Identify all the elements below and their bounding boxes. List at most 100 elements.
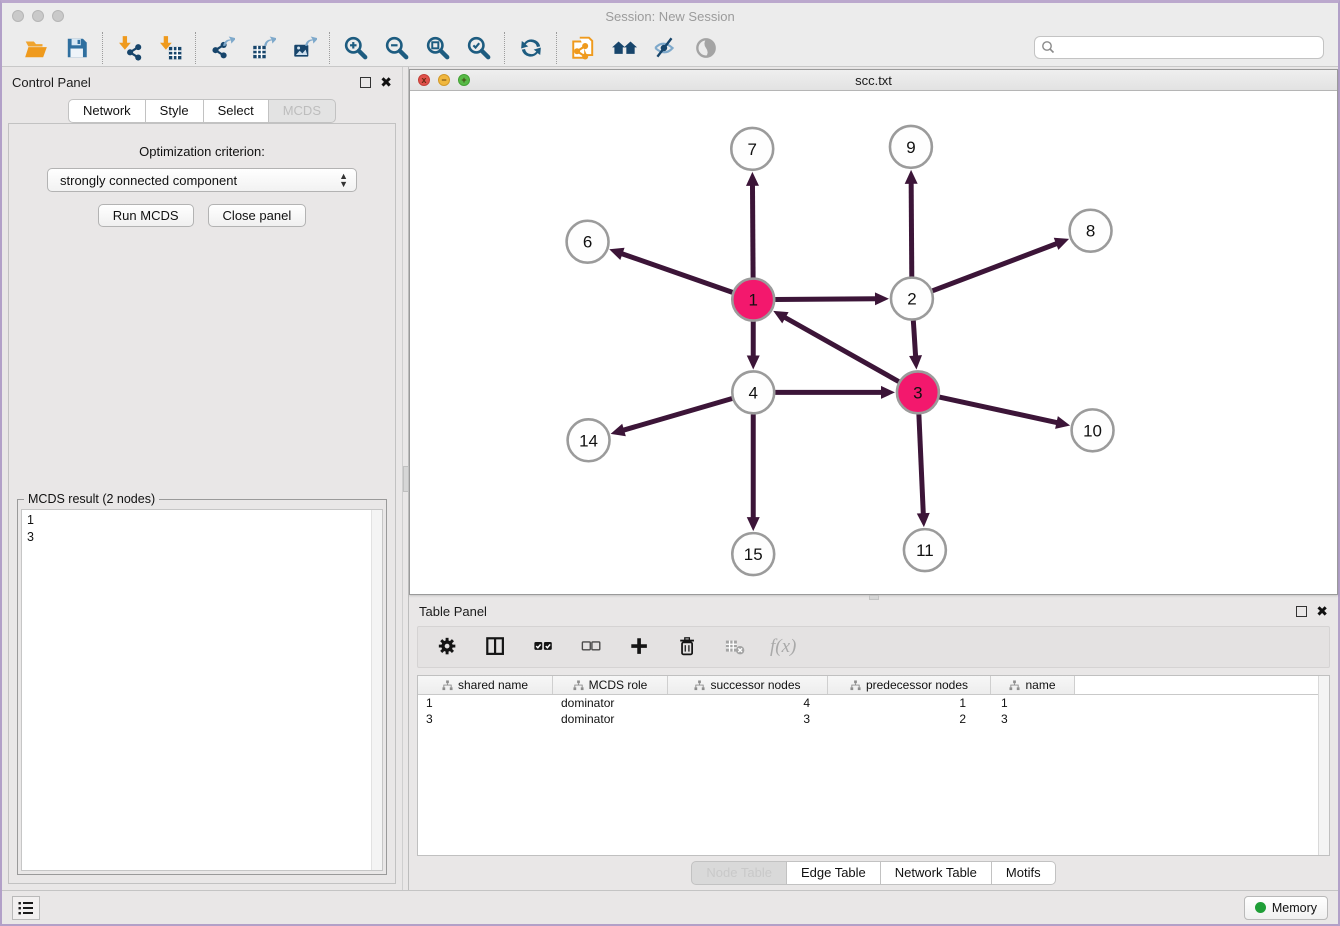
edge-2-9[interactable] bbox=[911, 182, 912, 277]
table-cell[interactable]: 4 bbox=[668, 695, 828, 711]
settings-gear-button[interactable] bbox=[434, 634, 461, 661]
edge-1-6[interactable] bbox=[621, 253, 733, 292]
edge-2-8[interactable] bbox=[932, 243, 1057, 291]
tab-select[interactable]: Select bbox=[204, 99, 269, 123]
criterion-dropdown[interactable]: strongly connected component ▲▼ bbox=[47, 168, 357, 192]
table-panel-header: Table Panel ✖ bbox=[409, 600, 1338, 622]
table-cell[interactable]: 3 bbox=[668, 711, 828, 727]
table-tabs: Node TableEdge TableNetwork TableMotifs bbox=[409, 856, 1338, 890]
mcds-result-item[interactable]: 3 bbox=[27, 529, 368, 546]
table-cell[interactable]: 1 bbox=[991, 695, 1075, 711]
splitter-handle[interactable] bbox=[403, 466, 409, 492]
float-panel-icon[interactable] bbox=[1296, 606, 1307, 617]
table-cell[interactable]: 3 bbox=[991, 711, 1075, 727]
node-label-1: 1 bbox=[749, 291, 758, 310]
column-header-MCDS-role[interactable]: MCDS role bbox=[553, 676, 668, 694]
table-cell[interactable]: dominator bbox=[553, 695, 668, 711]
deselect-all-button[interactable] bbox=[578, 634, 605, 661]
tab-network[interactable]: Network bbox=[68, 99, 146, 123]
table-cell[interactable]: 2 bbox=[828, 711, 991, 727]
network-maximize-icon[interactable]: + bbox=[458, 74, 470, 86]
mcds-result-item[interactable]: 1 bbox=[27, 512, 368, 529]
show-all-networks-button[interactable] bbox=[610, 34, 637, 61]
close-panel-button[interactable]: Close panel bbox=[208, 204, 307, 227]
edge-2-3[interactable] bbox=[913, 320, 915, 357]
export-network-button[interactable] bbox=[208, 34, 235, 61]
export-table-icon bbox=[250, 35, 276, 61]
table-cell[interactable]: 1 bbox=[828, 695, 991, 711]
edge-3-10[interactable] bbox=[939, 397, 1058, 423]
edge-3-1[interactable] bbox=[784, 317, 899, 382]
mcds-result-title: MCDS result (2 nodes) bbox=[24, 492, 159, 506]
run-mcds-button[interactable]: Run MCDS bbox=[98, 204, 194, 227]
splitter-handle[interactable] bbox=[869, 595, 879, 600]
toggle-panel-button[interactable] bbox=[482, 634, 509, 661]
tab-mcds[interactable]: MCDS bbox=[269, 99, 336, 123]
column-sort-icon bbox=[850, 680, 861, 691]
search-box bbox=[1034, 36, 1324, 59]
vertical-splitter[interactable] bbox=[402, 67, 409, 890]
edge-1-7[interactable] bbox=[752, 184, 753, 278]
network-minimize-icon[interactable]: − bbox=[438, 74, 450, 86]
task-history-button[interactable] bbox=[12, 896, 40, 920]
hide-selected-button[interactable] bbox=[651, 34, 678, 61]
table-scrollbar[interactable] bbox=[1318, 676, 1329, 855]
toolbar-group bbox=[330, 34, 504, 61]
add-column-button[interactable] bbox=[626, 634, 653, 661]
zoom-in-button[interactable] bbox=[342, 34, 369, 61]
zoom-selected-button[interactable] bbox=[465, 34, 492, 61]
open-file-button[interactable] bbox=[22, 34, 49, 61]
tab-network-table[interactable]: Network Table bbox=[881, 861, 992, 885]
node-label-11: 11 bbox=[916, 541, 934, 560]
table-row[interactable]: 3dominator323 bbox=[418, 711, 1329, 727]
mcds-result-list[interactable]: 13 bbox=[21, 509, 383, 871]
arrowhead-icon bbox=[747, 355, 760, 369]
search-input[interactable] bbox=[1034, 36, 1324, 59]
select-all-button[interactable] bbox=[530, 634, 557, 661]
toolbar-group bbox=[196, 34, 329, 61]
mcds-result-box: MCDS result (2 nodes) 13 bbox=[17, 499, 387, 875]
tab-edge-table[interactable]: Edge Table bbox=[787, 861, 881, 885]
deselect-all-icon bbox=[581, 636, 603, 658]
zoom-out-button[interactable] bbox=[383, 34, 410, 61]
edge-1-2[interactable] bbox=[775, 299, 877, 300]
zoom-fit-button[interactable] bbox=[424, 34, 451, 61]
arrowhead-icon bbox=[917, 513, 930, 527]
column-header-shared-name[interactable]: shared name bbox=[418, 676, 553, 694]
close-panel-icon[interactable]: ✖ bbox=[1316, 606, 1328, 617]
delete-table-button[interactable] bbox=[722, 634, 749, 661]
column-header-name[interactable]: name bbox=[991, 676, 1075, 694]
arrowhead-icon bbox=[909, 355, 922, 369]
network-canvas[interactable]: 7968124314101511 bbox=[410, 91, 1337, 594]
table-row[interactable]: 1dominator411 bbox=[418, 695, 1329, 711]
edge-3-11[interactable] bbox=[919, 414, 923, 515]
column-header-predecessor-nodes[interactable]: predecessor nodes bbox=[828, 676, 991, 694]
column-header-successor-nodes[interactable]: successor nodes bbox=[668, 676, 828, 694]
export-table-button[interactable] bbox=[249, 34, 276, 61]
memory-button[interactable]: Memory bbox=[1244, 896, 1328, 920]
network-close-icon[interactable]: x bbox=[418, 74, 430, 86]
table-cell[interactable]: dominator bbox=[553, 711, 668, 727]
tab-node-table[interactable]: Node Table bbox=[691, 861, 787, 885]
result-scrollbar[interactable] bbox=[371, 510, 382, 870]
task-list-icon bbox=[17, 900, 35, 916]
refresh-layout-button[interactable] bbox=[517, 34, 544, 61]
table-cell[interactable]: 3 bbox=[418, 711, 553, 727]
tab-style[interactable]: Style bbox=[146, 99, 204, 123]
horizontal-splitter[interactable] bbox=[409, 595, 1338, 600]
function-builder-button[interactable]: f(x) bbox=[770, 634, 796, 661]
export-image-button[interactable] bbox=[290, 34, 317, 61]
edge-4-14[interactable] bbox=[622, 399, 732, 431]
clone-network-button[interactable] bbox=[569, 34, 596, 61]
import-table-button[interactable] bbox=[156, 34, 183, 61]
import-network-button[interactable] bbox=[115, 34, 142, 61]
close-panel-icon[interactable]: ✖ bbox=[380, 77, 392, 88]
float-panel-icon[interactable] bbox=[360, 77, 371, 88]
network-graph[interactable]: 7968124314101511 bbox=[410, 91, 1337, 594]
arrowhead-icon bbox=[746, 172, 759, 186]
save-session-button[interactable] bbox=[63, 34, 90, 61]
table-cell[interactable]: 1 bbox=[418, 695, 553, 711]
delete-column-button[interactable] bbox=[674, 634, 701, 661]
graphics-details-button[interactable] bbox=[692, 34, 719, 61]
tab-motifs[interactable]: Motifs bbox=[992, 861, 1056, 885]
